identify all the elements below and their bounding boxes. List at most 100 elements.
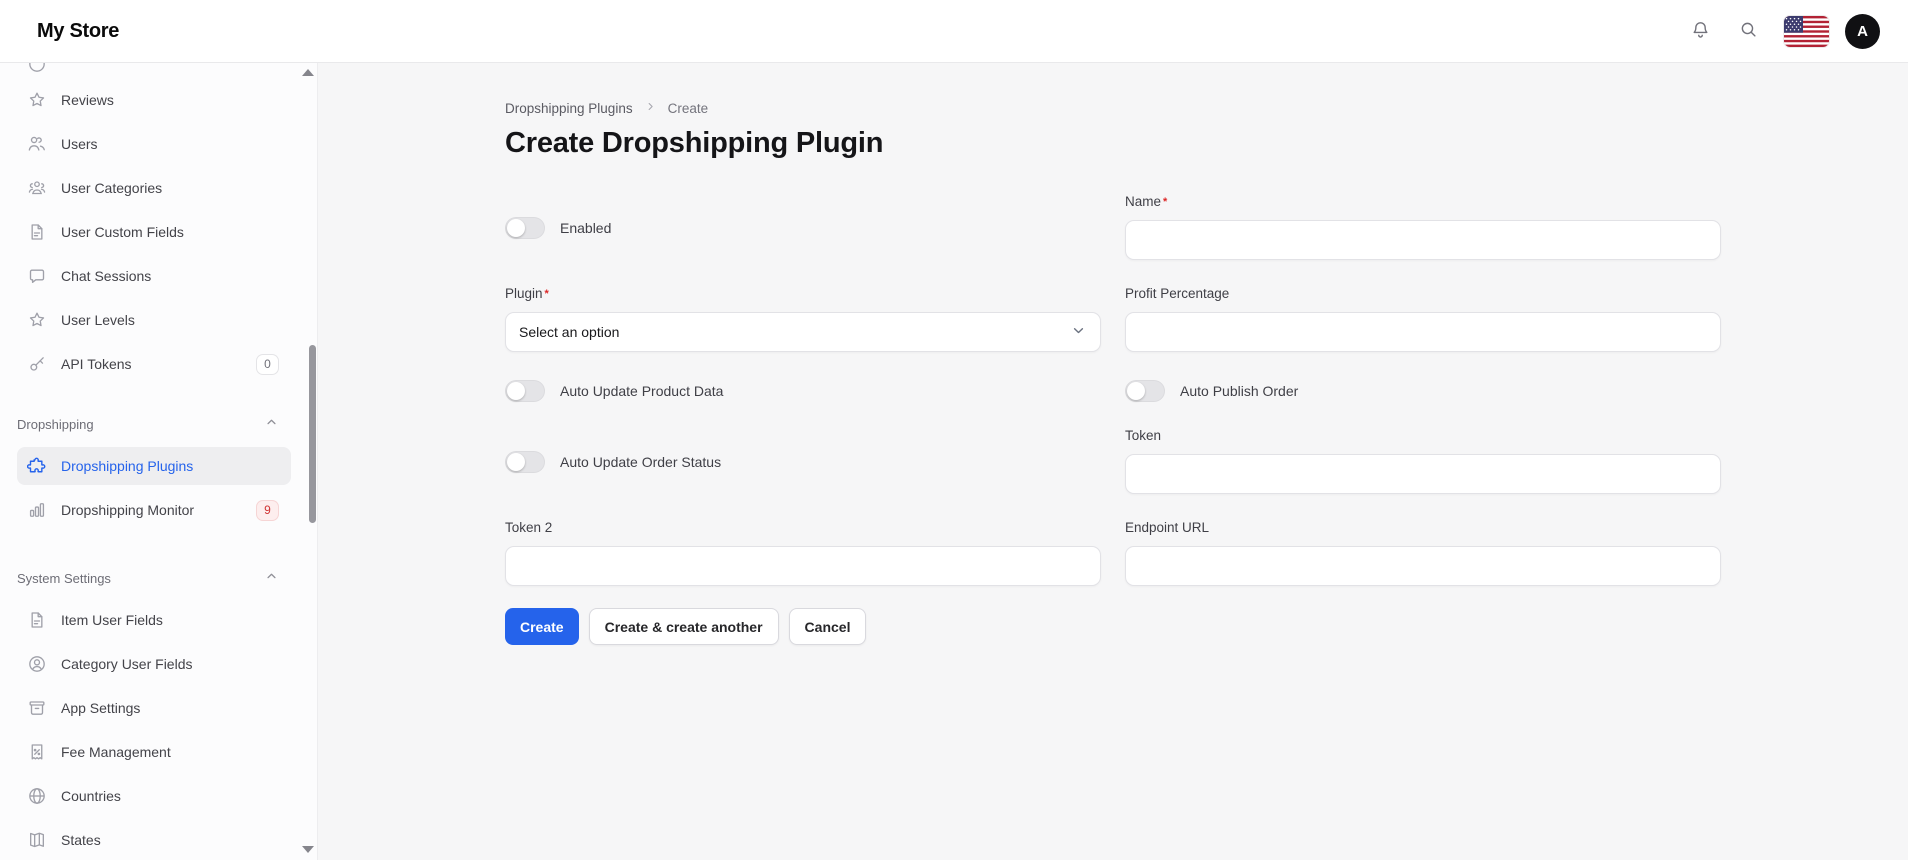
chevron-up-icon [264, 415, 279, 433]
search-button[interactable] [1736, 19, 1760, 43]
user-circle-icon [27, 654, 47, 674]
search-icon [1738, 19, 1759, 43]
page-title: Create Dropshipping Plugin [505, 127, 884, 159]
bell-icon [1690, 19, 1711, 43]
sidebar-item-label: User Levels [61, 312, 135, 328]
field-name: Name * [1125, 194, 1721, 260]
cancel-button[interactable]: Cancel [788, 608, 867, 645]
create-button[interactable]: Create [505, 608, 579, 645]
sidebar-item-label: App Settings [61, 700, 141, 716]
sidebar-item-label: User Categories [61, 180, 163, 196]
sidebar-item-user-categories[interactable]: User Categories [17, 169, 291, 207]
globe-icon [27, 786, 47, 806]
sidebar-item-label: User Custom Fields [61, 224, 184, 240]
plugin-label: Plugin * [505, 286, 1101, 302]
auto-update-product-data-label: Auto Update Product Data [560, 383, 724, 399]
field-token-2: Token 2 [505, 520, 1101, 586]
required-asterisk: * [544, 288, 549, 300]
sidebar-group-label: Dropshipping [17, 416, 94, 432]
field-auto-publish-order: Auto Publish Order [1125, 380, 1721, 402]
field-enabled: Enabled [505, 196, 1101, 260]
topbar: My Store A [0, 0, 1908, 63]
sidebar-item-label: Users [61, 136, 98, 152]
language-switcher[interactable] [1784, 15, 1829, 47]
required-asterisk: * [1163, 196, 1168, 208]
sidebar-item-states[interactable]: States [17, 821, 291, 859]
field-auto-update-order-status: Auto Update Order Status [505, 430, 1101, 494]
field-token: Token [1125, 428, 1721, 494]
auto-publish-order-toggle[interactable] [1125, 380, 1165, 402]
user-menu-avatar[interactable]: A [1845, 13, 1880, 49]
endpoint-url-input[interactable] [1125, 546, 1721, 586]
puzzle-icon [27, 456, 47, 476]
sidebar-item-app-settings[interactable]: App Settings [17, 689, 291, 727]
user-group-icon [27, 178, 47, 198]
document-text-icon [27, 222, 47, 242]
token-2-input[interactable] [505, 546, 1101, 586]
breadcrumb-item-create: Create [667, 100, 709, 116]
sidebar-item-chat-sessions[interactable]: Chat Sessions [17, 257, 291, 295]
field-auto-update-product-data: Auto Update Product Data [505, 380, 1101, 402]
sidebar-item-label: Chat Sessions [61, 268, 152, 284]
clipped-circle-icon [27, 63, 47, 74]
sidebar-group-system-settings[interactable]: System Settings [17, 569, 291, 587]
sidebar-item-label: Dropshipping Plugins [61, 458, 194, 474]
auto-update-order-status-toggle[interactable] [505, 451, 545, 473]
brand-logo[interactable]: My Store [0, 20, 119, 43]
sidebar-scroll-down-arrow[interactable] [302, 846, 314, 853]
field-plugin: Plugin * Select an option [505, 286, 1101, 352]
auto-update-product-data-toggle[interactable] [505, 380, 545, 402]
key-icon [27, 354, 47, 374]
auto-publish-order-label: Auto Publish Order [1180, 383, 1299, 399]
sidebar-item-category-user-fields[interactable]: Category User Fields [17, 645, 291, 683]
sidebar-scrollbar-thumb[interactable] [309, 345, 316, 523]
chat-bubble-icon [27, 266, 47, 286]
toggle-knob [507, 382, 525, 400]
plugin-select[interactable]: Select an option [505, 312, 1101, 352]
sidebar-item-clipped [17, 63, 291, 75]
sidebar-item-label: API Tokens [61, 356, 132, 372]
sidebar-item-reviews[interactable]: Reviews [17, 81, 291, 119]
sidebar-item-label: Countries [61, 788, 121, 804]
chevron-up-icon [264, 569, 279, 587]
notifications-button[interactable] [1688, 19, 1712, 43]
sidebar-item-item-user-fields[interactable]: Item User Fields [17, 601, 291, 639]
sidebar-item-users[interactable]: Users [17, 125, 291, 163]
create-plugin-form: Enabled Name * Plugin * Select an option P… [505, 194, 1721, 586]
sidebar-item-user-levels[interactable]: User Levels [17, 301, 291, 339]
sidebar-item-api-tokens[interactable]: API Tokens 0 [17, 345, 291, 383]
sidebar-item-fee-management[interactable]: Fee Management [17, 733, 291, 771]
sidebar-item-user-custom-fields[interactable]: User Custom Fields [17, 213, 291, 251]
form-actions: Create Create & create another Cancel [505, 608, 1721, 645]
document-text-icon [27, 610, 47, 630]
archive-box-icon [27, 698, 47, 718]
toggle-knob [507, 219, 525, 237]
token-label: Token [1125, 428, 1162, 443]
sidebar-group-dropshipping[interactable]: Dropshipping [17, 415, 291, 433]
sidebar-item-label: Category User Fields [61, 656, 193, 672]
sidebar-item-dropshipping-plugins[interactable]: Dropshipping Plugins [17, 447, 291, 485]
us-flag-icon [1784, 15, 1829, 47]
star-icon [27, 90, 47, 110]
plugin-label-text: Plugin [505, 286, 543, 301]
breadcrumb-item-dropshipping-plugins[interactable]: Dropshipping Plugins [505, 101, 633, 116]
sidebar-scroll-up-arrow[interactable] [302, 69, 314, 76]
token-input[interactable] [1125, 454, 1721, 494]
chevron-right-icon [644, 100, 657, 116]
sidebar-item-dropshipping-monitor[interactable]: Dropshipping Monitor 9 [17, 491, 291, 529]
sidebar-item-label: States [61, 832, 101, 848]
name-input[interactable] [1125, 220, 1721, 260]
sidebar-item-label: Item User Fields [61, 612, 163, 628]
toggle-knob [1127, 382, 1145, 400]
profit-percentage-input[interactable] [1125, 312, 1721, 352]
token-2-label: Token 2 [505, 520, 553, 535]
receipt-percent-icon [27, 742, 47, 762]
sidebar-item-label: Fee Management [61, 744, 171, 760]
toggle-knob [507, 453, 525, 471]
sidebar-item-countries[interactable]: Countries [17, 777, 291, 815]
enabled-toggle[interactable] [505, 217, 545, 239]
chevron-down-icon [1070, 322, 1087, 342]
sidebar-item-label: Reviews [61, 92, 114, 108]
api-tokens-count-badge: 0 [256, 353, 279, 375]
create-and-create-another-button[interactable]: Create & create another [588, 608, 779, 645]
